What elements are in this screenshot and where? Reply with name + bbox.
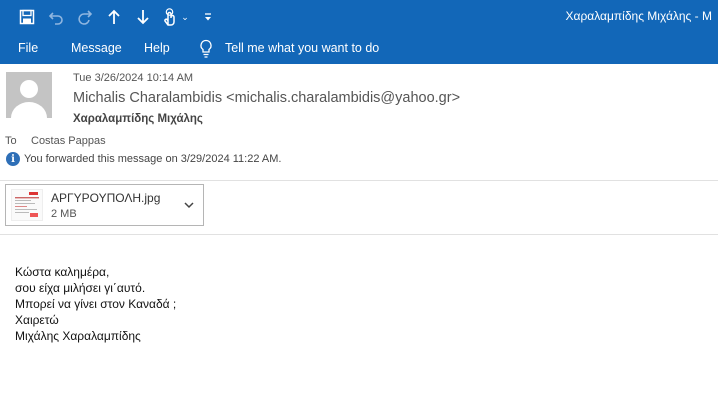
touch-mode-icon[interactable] bbox=[160, 6, 180, 28]
body-line: Μπορεί να γίνει στον Καναδά ; bbox=[15, 297, 177, 311]
menu-file[interactable]: File bbox=[18, 41, 38, 55]
attachment-size: 2 MB bbox=[51, 208, 77, 220]
chevron-down-icon[interactable]: ⌄ bbox=[179, 6, 191, 28]
ribbon-menu: File Message Help Tell me what you want … bbox=[0, 34, 718, 64]
title-bar: ⌄ Χαραλαμπίδης Μιχάλης - M bbox=[0, 0, 718, 34]
avatar bbox=[6, 72, 52, 118]
info-icon: i bbox=[6, 152, 20, 166]
chevron-down-icon[interactable] bbox=[183, 199, 195, 211]
attachment-card[interactable]: ΑΡΓΥΡΟΥΠΟΛΗ.jpg 2 MB bbox=[5, 184, 204, 226]
attachment-name[interactable]: ΑΡΓΥΡΟΥΠΟΛΗ.jpg bbox=[51, 191, 160, 205]
body-line: Μιχάλης Χαραλαμπίδης bbox=[15, 329, 141, 343]
menu-message[interactable]: Message bbox=[71, 41, 122, 55]
arrow-up-icon[interactable] bbox=[105, 6, 123, 28]
divider bbox=[0, 234, 718, 235]
attachment-thumbnail bbox=[11, 189, 43, 221]
save-icon[interactable] bbox=[18, 6, 36, 28]
divider bbox=[0, 180, 718, 181]
sent-date: Tue 3/26/2024 10:14 AM bbox=[73, 72, 194, 84]
subject: Χαραλαμπίδης Μιχάλης bbox=[73, 113, 203, 125]
arrow-down-icon[interactable] bbox=[134, 6, 152, 28]
tell-me-search[interactable]: Tell me what you want to do bbox=[225, 41, 379, 55]
message-body: Κώστα καλημέρα, σου είχα μιλήσει γι΄αυτό… bbox=[15, 264, 176, 344]
customize-toolbar-icon[interactable] bbox=[202, 6, 214, 28]
sender[interactable]: Michalis Charalambidis <michalis.charala… bbox=[73, 90, 460, 106]
recipient[interactable]: Costas Pappas bbox=[31, 135, 106, 147]
body-line: σου είχα μιλήσει γι΄αυτό. bbox=[15, 281, 146, 295]
body-line: Κώστα καλημέρα, bbox=[15, 265, 110, 279]
undo-icon[interactable] bbox=[47, 6, 65, 28]
body-line: Χαιρετώ bbox=[15, 313, 59, 327]
to-label: To bbox=[5, 135, 17, 147]
lightbulb-icon bbox=[200, 39, 212, 58]
forwarded-notice: You forwarded this message on 3/29/2024 … bbox=[24, 153, 282, 165]
redo-icon[interactable] bbox=[76, 6, 94, 28]
window-title: Χαραλαμπίδης Μιχάλης - M bbox=[565, 9, 712, 23]
menu-help[interactable]: Help bbox=[144, 41, 170, 55]
